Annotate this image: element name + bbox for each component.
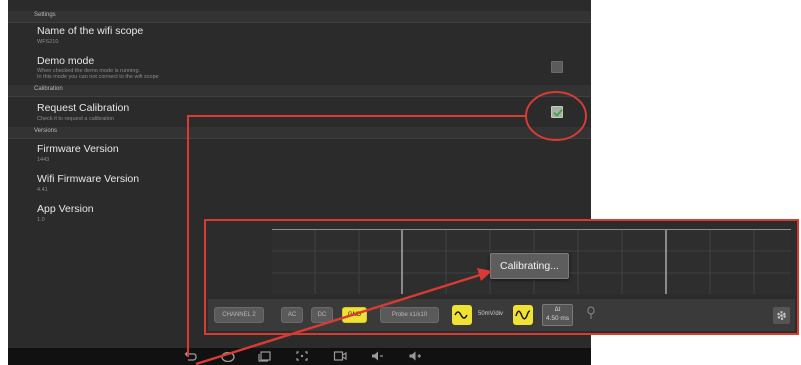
back-icon[interactable]	[184, 350, 198, 362]
gnd-button[interactable]: GND	[342, 307, 367, 323]
wifi-scope-name-title: Name of the wifi scope	[37, 25, 144, 37]
home-icon[interactable]	[221, 350, 235, 362]
section-label-calibration: Calibration	[34, 86, 63, 92]
demo-mode-checkbox[interactable]	[551, 61, 563, 73]
wifi-scope-name-value: WFS210	[37, 39, 59, 45]
section-label-versions: Versions	[34, 128, 58, 134]
delta-t-readout: Δt 4.50 ms	[542, 304, 573, 326]
request-calibration-title: Request Calibration	[37, 102, 130, 114]
delta-t-value: 4.50 ms	[545, 315, 570, 322]
volume-down-icon[interactable]	[370, 350, 384, 362]
wifi-firmware-version-value: 4.41	[37, 187, 48, 193]
app-version-title: App Version	[37, 203, 94, 215]
firmware-version-value: 1443	[37, 157, 50, 163]
section-header-calibration: Calibration	[8, 85, 591, 97]
recent-apps-icon[interactable]	[258, 350, 272, 362]
probe-button[interactable]: Probe x1/x10	[380, 307, 439, 323]
demo-mode-title: Demo mode	[37, 55, 95, 67]
checkmark-icon	[553, 109, 563, 117]
channel-button[interactable]: CHANNEL 2	[214, 307, 264, 323]
section-header-versions: Versions	[8, 127, 591, 139]
volume-up-icon[interactable]	[408, 350, 422, 362]
dc-button[interactable]: DC	[311, 307, 333, 323]
wifi-firmware-version-title: Wifi Firmware Version	[37, 173, 140, 185]
app-version-value: 1.0	[37, 217, 45, 223]
ac-button[interactable]: AC	[281, 307, 303, 323]
section-header-settings: Settings	[8, 11, 591, 23]
camera-icon[interactable]	[333, 350, 347, 362]
sine-wave-icon	[454, 311, 468, 319]
gear-icon	[777, 311, 786, 320]
firmware-version-title: Firmware Version	[37, 143, 119, 155]
android-navigation-bar	[8, 348, 591, 365]
sine-wave-icon	[515, 310, 531, 320]
request-calibration-checkbox[interactable]	[551, 106, 563, 118]
signal-button[interactable]	[513, 305, 533, 325]
calibrating-toast: Calibrating...	[490, 253, 569, 279]
volt-div-label: 50mV/div	[478, 311, 504, 317]
scope-toolbar: CHANNEL 2 AC DC GND Probe x1/x10 50mV/di…	[208, 299, 795, 331]
trigger-icon[interactable]	[586, 306, 596, 320]
request-calibration-desc: Check it to request a calibration	[37, 116, 115, 122]
screenshot-icon[interactable]	[295, 350, 309, 362]
delta-t-label: Δt	[554, 307, 561, 313]
demo-mode-desc-2: In this mode you can not connect to the …	[37, 74, 159, 80]
waveform-button[interactable]	[452, 305, 472, 325]
section-label-settings: Settings	[34, 12, 56, 18]
scope-settings-button[interactable]	[773, 307, 790, 324]
